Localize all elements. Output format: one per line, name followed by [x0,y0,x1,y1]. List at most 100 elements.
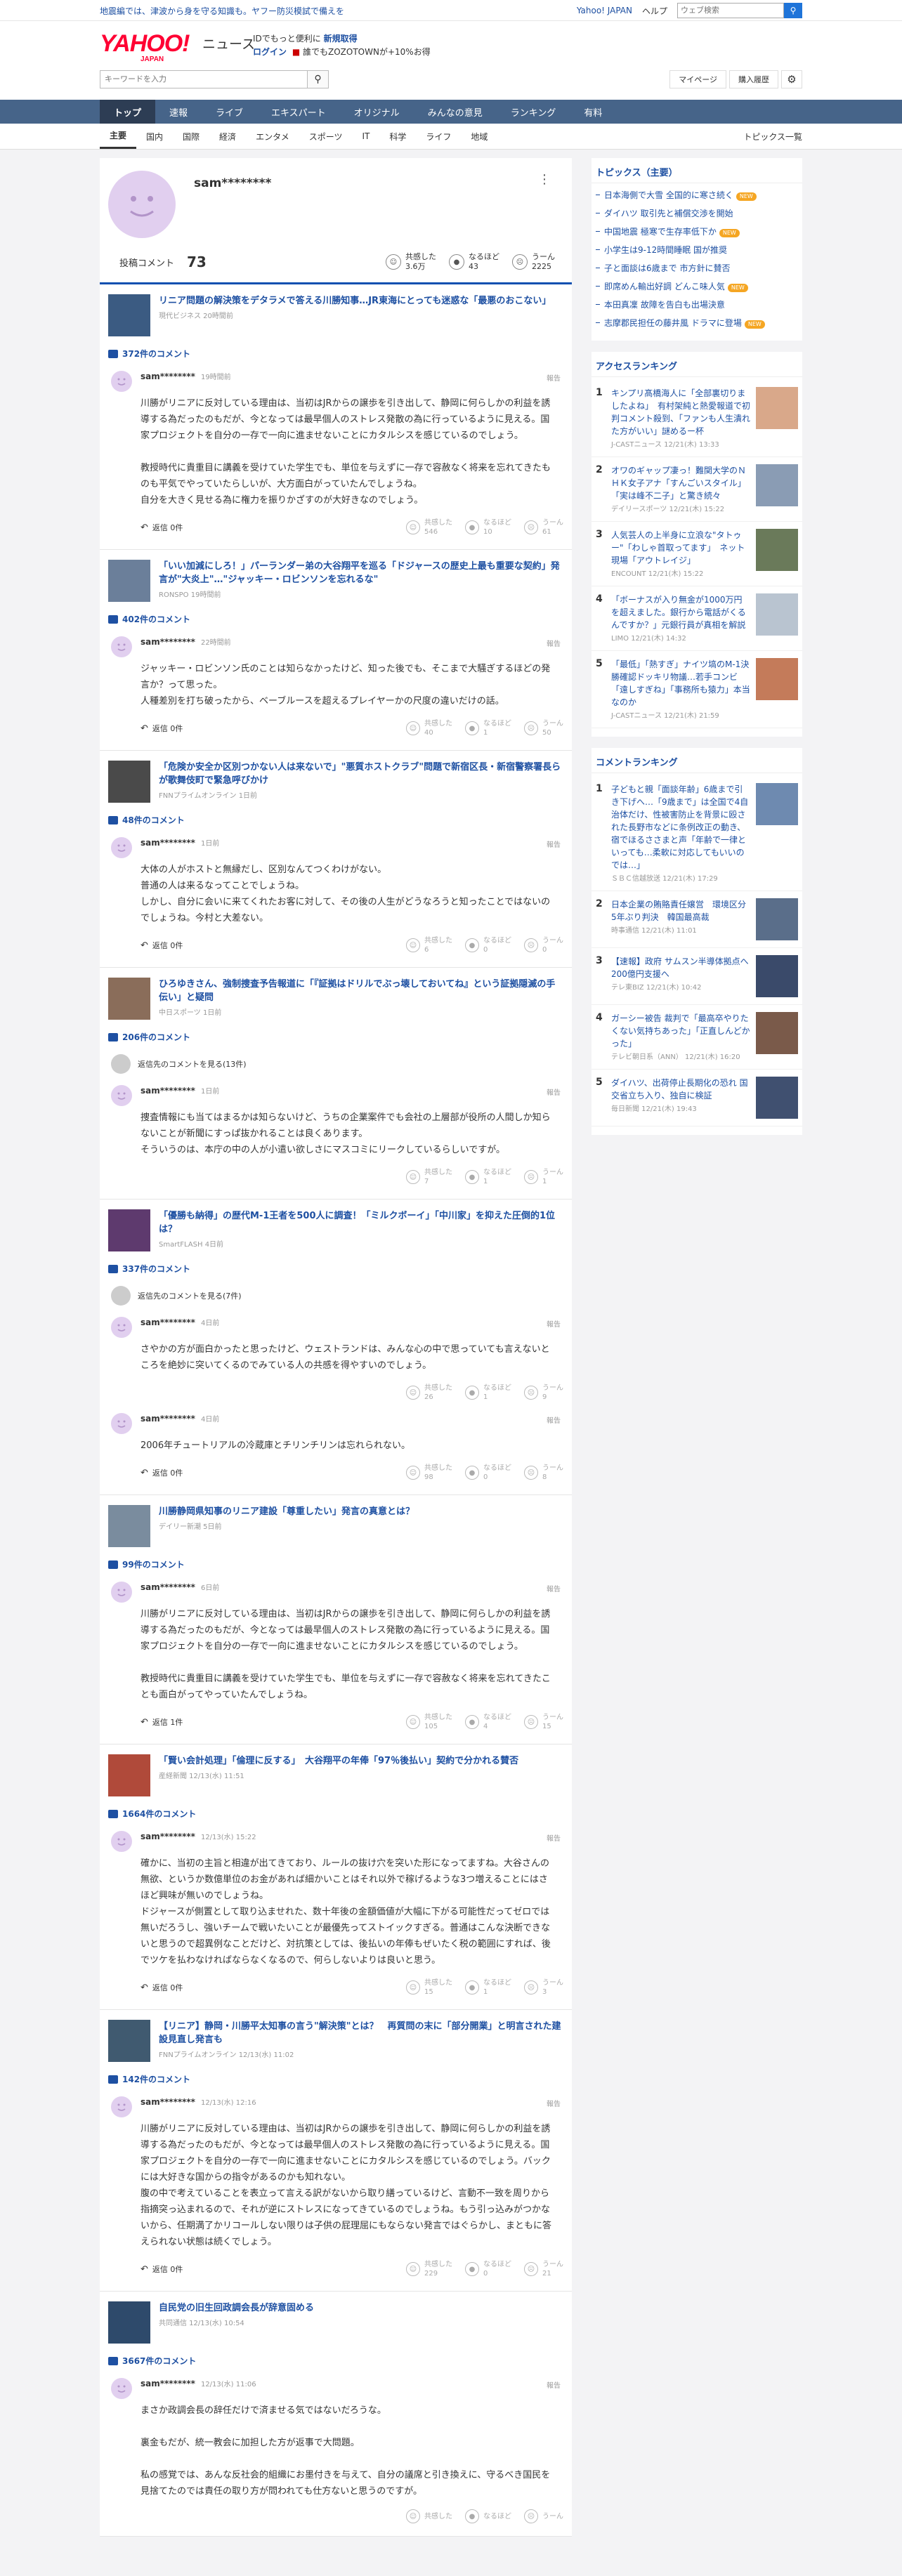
article-thumbnail[interactable] [108,761,150,803]
agree-button[interactable]: ☺ 共感した 98 [406,1464,452,1482]
reply-button[interactable]: ↶ 返信 0件 [140,2263,183,2275]
uun-button[interactable]: ☹ うーん 61 [524,518,563,537]
more-icon[interactable]: ⋮ [538,172,551,187]
topics-list-link[interactable]: トピックス一覧 [743,131,802,143]
history-button[interactable]: 購入履歴 [729,70,778,88]
topic-item[interactable]: 即席めん輸出好調 どんこ味人気 NEW [591,277,802,296]
web-search-input[interactable] [677,3,784,18]
help-link[interactable]: ヘルプ [642,5,667,17]
reply-button[interactable]: ↶ 返信 0件 [140,940,183,951]
gear-icon[interactable]: ⚙ [781,70,802,88]
comment-user[interactable]: sam******** [140,1582,195,1592]
comment-user[interactable]: sam******** [140,1414,195,1424]
agree-button[interactable]: ☺ 共感した 105 [406,1713,452,1731]
comment-count[interactable]: 99件のコメント [108,1558,563,1570]
sub-nav-tab[interactable]: IT [352,124,379,149]
topic-item[interactable]: 志摩郡民担任の藤井風 ドラマに登場 NEW [591,314,802,332]
uun-button[interactable]: ☹ うーん 1 [524,1168,563,1186]
agree-button[interactable]: ☺ 共感した 6 [406,936,452,954]
article-thumbnail[interactable] [108,1209,150,1251]
sub-nav-tab[interactable]: 経済 [209,124,246,149]
article-thumbnail[interactable] [108,1505,150,1547]
agree-button[interactable]: ☺ 共感した 7 [406,1168,452,1186]
naruhodo-button[interactable]: ● なるほど 1 [465,719,511,737]
uun-button[interactable]: ☹ うーん [524,2509,563,2523]
ranking-item[interactable]: 4 「ボーナスが入り無金が1000万円を超えました。銀行から電話がくるんですか？」… [591,586,802,651]
comment-avatar[interactable] [111,1085,132,1106]
naruhodo-button[interactable]: ● なるほど 1 [465,1168,511,1186]
uun-button[interactable]: ☹ うーん 21 [524,2260,563,2278]
uun-button[interactable]: ☹ うーん 8 [524,1464,563,1482]
topic-item[interactable]: 中国地震 極寒で生存率低下か NEW [591,223,802,241]
reply-button[interactable]: ↶ 返信 0件 [140,1467,183,1478]
comment-count[interactable]: 1664件のコメント [108,1808,563,1820]
ranking-item[interactable]: 2 オワのギャップ凄っ！難関大学のＮＨＫ女子アナ「すんごいスタイル」「実は峰不二子… [591,457,802,522]
topic-item[interactable]: 子と面談は6歳まで 市方針に賛否 [591,259,802,277]
naruhodo-button[interactable]: ● なるほど [465,2509,511,2523]
reply-button[interactable]: ↶ 返信 0件 [140,522,183,533]
sub-nav-tab[interactable]: 主要 [100,124,137,149]
yahoo-logo[interactable]: YAHOO! JAPAN [100,31,190,63]
agree-button[interactable]: ☺ 共感した 26 [406,1384,452,1402]
comment-user[interactable]: sam******** [140,1832,195,1841]
comment-avatar[interactable] [111,2096,132,2117]
report-link[interactable]: 報告 [547,638,561,648]
reply-button[interactable]: ↶ 返信 0件 [140,1982,183,1993]
ranking-item[interactable]: 1 キンプリ髙橋海人に「全部裏切りましたよね」 有村架純と熱愛報道で初判コメント殺… [591,380,802,457]
nav-tab[interactable]: エキスパート [257,100,340,124]
nav-tab[interactable]: オリジナル [340,100,414,124]
ranking-item[interactable]: 5 「最低」「熱すぎ」ナイツ塙のM-1決勝確認ドッキリ物議…若手コンビ「遠しすぎね… [591,651,802,728]
comment-user[interactable]: sam******** [140,838,195,848]
uun-button[interactable]: ☹ うーん 3 [524,1978,563,1997]
article-title[interactable]: リニア問題の解決策をデタラメで答える川勝知事…JR東海にとっても迷惑な「最悪のお… [159,294,551,308]
agree-button[interactable]: ☺ 共感した 15 [406,1978,452,1997]
report-link[interactable]: 報告 [547,1583,561,1593]
comment-count[interactable]: 402件のコメント [108,613,563,625]
article-thumbnail[interactable] [108,294,150,336]
comment-avatar[interactable] [111,636,132,657]
article-title[interactable]: 「賢い会計処理」「倫理に反する」 大谷翔平の年俸「97％後払い」契約で分かれる賛… [159,1754,518,1768]
nav-tab[interactable]: みんなの意見 [414,100,497,124]
sub-nav-tab[interactable]: 国内 [136,124,173,149]
ranking-item[interactable]: 1 子どもと親「面談年齢」6歳まで引き下げへ…「9歳まで」は全国で4自治体だけ、性… [591,776,802,891]
agree-button[interactable]: ☺ 共感した 229 [406,2260,452,2278]
article-title[interactable]: 「優勝も納得」の歴代M-1王者を500人に調査！「ミルクボーイ」「中川家」を抑え… [159,1209,563,1236]
mypage-button[interactable]: マイページ [669,70,726,88]
agree-button[interactable]: ☺ 共感した [406,2509,452,2523]
agree-button[interactable]: ☺ 共感した 546 [406,518,452,537]
comment-count[interactable]: 372件のコメント [108,348,563,360]
naruhodo-button[interactable]: ● なるほど 0 [465,936,511,954]
comment-count[interactable]: 3667件のコメント [108,2355,563,2367]
sub-nav-tab[interactable]: ライフ [416,124,461,149]
report-link[interactable]: 報告 [547,839,561,849]
topic-item[interactable]: ダイハツ 取引先と補償交渉を開始 [591,204,802,223]
article-thumbnail[interactable] [108,560,150,602]
article-title[interactable]: 【リニア】静岡・川勝平太知事の言う"解決策"とは？ 再質問の末に「部分開業」と明… [159,2020,563,2046]
nav-tab[interactable]: 速報 [155,100,202,124]
search-icon[interactable]: ⚲ [308,70,329,88]
naruhodo-button[interactable]: ● なるほど 0 [465,1464,511,1482]
search-icon[interactable]: ⚲ [784,3,802,18]
naruhodo-button[interactable]: ● なるほど 10 [465,518,511,537]
uun-button[interactable]: ☹ うーん 0 [524,936,563,954]
ranking-item[interactable]: 2 日本企業の賄賂責任嬢営 環境区分5年ぶり判決 韓国最高裁 時事通信 12/21(… [591,891,802,948]
topic-item[interactable]: 本田真凜 故障を告白も出場決意 [591,296,802,314]
nav-tab[interactable]: ライブ [202,100,257,124]
article-thumbnail[interactable] [108,1754,150,1796]
service-name[interactable]: ニュース [202,34,255,53]
comment-avatar[interactable] [111,1582,132,1603]
login-link[interactable]: ログイン [253,47,287,57]
comment-count[interactable]: 206件のコメント [108,1031,563,1043]
report-link[interactable]: 報告 [547,372,561,383]
comment-user[interactable]: sam******** [140,637,195,647]
notice-link[interactable]: 地震編では、津波から身を守る知識も。ヤフー防災模試で備えを [100,5,344,17]
sub-nav-tab[interactable]: 地域 [461,124,497,149]
reply-button[interactable]: ↶ 返信 1件 [140,1716,183,1728]
report-link[interactable]: 報告 [547,2098,561,2108]
zozo-promo[interactable]: 誰でもZOZOTOWNが+10%お得 [303,47,431,57]
uun-button[interactable]: ☹ うーん 50 [524,719,563,737]
comment-count[interactable]: 48件のコメント [108,814,563,826]
comment-avatar[interactable] [111,837,132,858]
article-thumbnail[interactable] [108,2301,150,2344]
sub-nav-tab[interactable]: スポーツ [299,124,353,149]
